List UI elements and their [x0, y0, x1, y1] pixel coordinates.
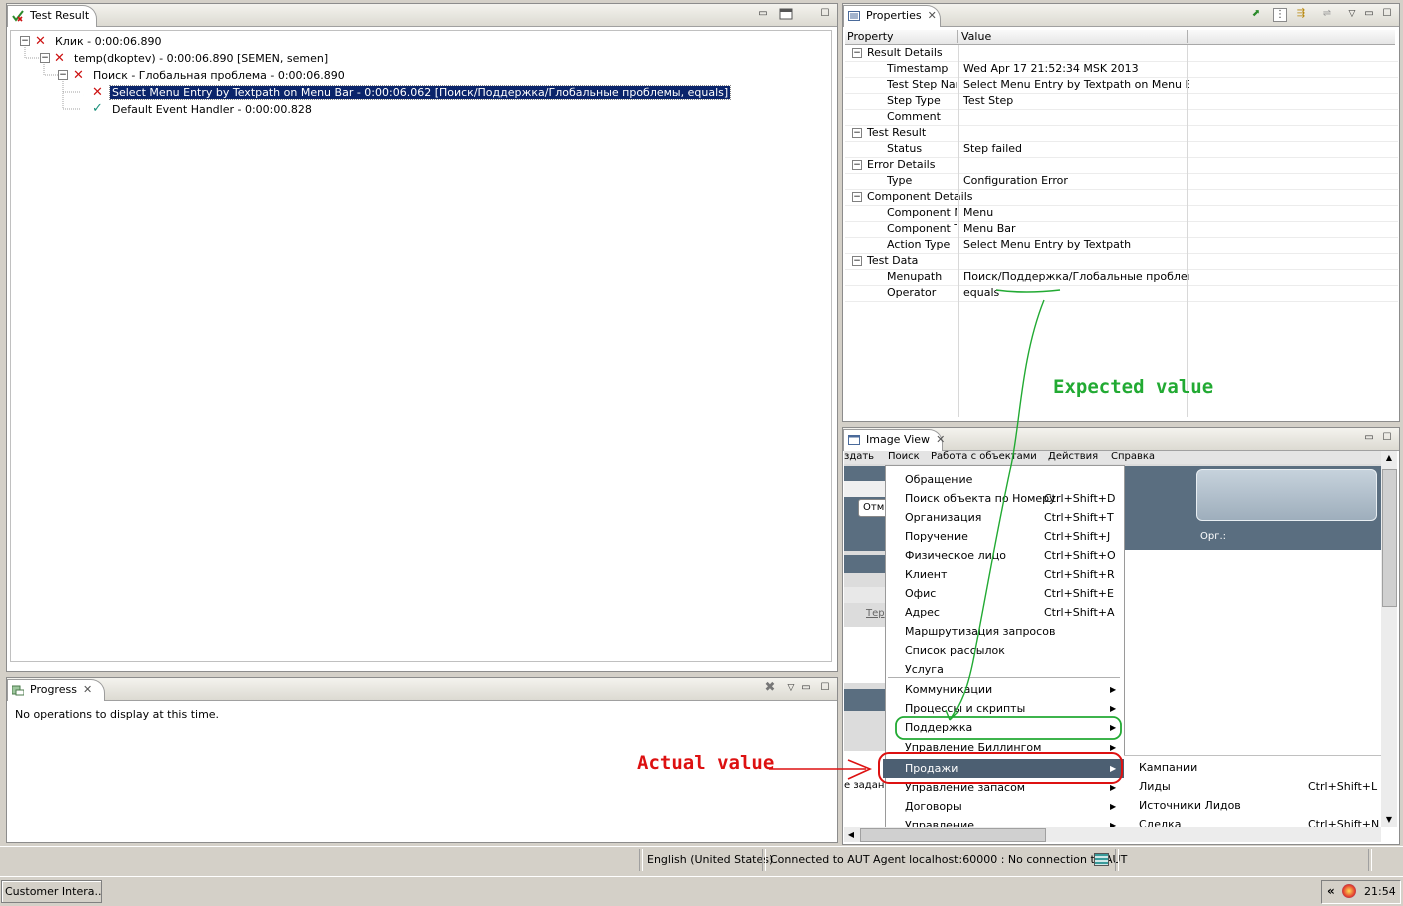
tray-app-icon[interactable]: [1342, 884, 1356, 898]
expected-arrow: [945, 299, 1045, 721]
clock: 21:54: [1364, 885, 1396, 898]
status-locale: English (United States): [647, 853, 774, 866]
actual-highlight: [878, 752, 1123, 784]
status-connection: Connected to AUT Agent localhost:60000 :…: [770, 853, 1128, 866]
actual-label: Actual value: [637, 752, 775, 774]
taskbar: Customer Intera... « 21:54: [0, 876, 1403, 906]
expected-underline: [995, 289, 1061, 293]
actual-arrow: [769, 759, 873, 780]
status-separator: [762, 849, 766, 871]
status-separator: [639, 849, 643, 871]
system-tray: « 21:54: [1321, 880, 1401, 904]
status-separator: [1368, 849, 1372, 871]
connection-icon: [1094, 853, 1109, 866]
expected-label: Expected value: [1053, 376, 1214, 398]
expected-highlight: [895, 716, 1122, 740]
status-separator: [1115, 849, 1119, 871]
status-bar: English (United States) Connected to AUT…: [0, 846, 1403, 873]
tray-chevron[interactable]: «: [1327, 884, 1335, 898]
taskbar-button[interactable]: Customer Intera...: [1, 880, 102, 903]
